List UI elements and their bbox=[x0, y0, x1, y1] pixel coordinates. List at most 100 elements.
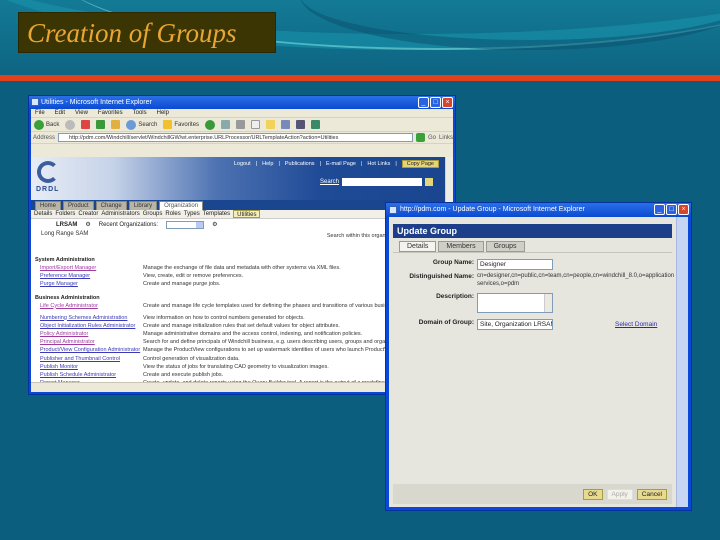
tab-product[interactable]: Product bbox=[63, 201, 94, 210]
org-go-icon[interactable]: ⚙ bbox=[212, 221, 217, 228]
utility-row: Policy Administrator Manage administrativ… bbox=[35, 330, 441, 338]
subnav-groups[interactable]: Groups bbox=[143, 210, 163, 218]
address-input[interactable]: http://pdm.com/Windchill/servlet/Windchi… bbox=[58, 133, 413, 142]
logout-link[interactable]: Logout bbox=[234, 161, 251, 167]
minimize-button[interactable]: _ bbox=[654, 204, 665, 215]
update-group-window: http://pdm.com - Update Group - Microsof… bbox=[385, 202, 692, 511]
dialog-title-bar[interactable]: http://pdm.com - Update Group - Microsof… bbox=[386, 203, 691, 217]
tab-home[interactable]: Home bbox=[35, 201, 62, 210]
menu-edit[interactable]: Edit bbox=[55, 109, 65, 117]
star-icon bbox=[163, 120, 173, 129]
org-info-icon[interactable]: ⚙ bbox=[85, 221, 90, 228]
ok-button[interactable]: OK bbox=[583, 488, 603, 500]
hot-links-link[interactable]: Hot Links bbox=[367, 161, 390, 167]
domain-input[interactable]: Site, Organization LRSAM bbox=[477, 319, 553, 330]
tab-library[interactable]: Library bbox=[128, 201, 158, 210]
edit-icon[interactable] bbox=[251, 120, 261, 129]
cancel-button[interactable]: Cancel bbox=[636, 488, 667, 500]
network-icon[interactable] bbox=[311, 120, 321, 129]
favorites-button[interactable]: Favorites bbox=[163, 120, 199, 129]
print-icon[interactable] bbox=[236, 120, 246, 129]
links-button[interactable]: Links bbox=[439, 135, 453, 141]
utility-row: Numbering Schemes Administration View inf… bbox=[35, 314, 441, 322]
subnav-details[interactable]: Details bbox=[34, 210, 52, 218]
search-label[interactable]: Search bbox=[320, 179, 339, 185]
slide-title-box: Creation of Groups bbox=[18, 12, 276, 53]
email-page-link[interactable]: E-mail Page bbox=[326, 161, 356, 167]
tab-organization[interactable]: Organization bbox=[159, 201, 204, 210]
utility-link[interactable]: Object Initialization Rules Administrato… bbox=[35, 322, 143, 330]
company-logo-icon bbox=[37, 161, 59, 183]
subnav-utilities[interactable]: Utilities bbox=[233, 210, 261, 218]
utility-link[interactable]: Import/Export Manager bbox=[35, 264, 143, 272]
banner-search-input[interactable] bbox=[342, 178, 422, 186]
dialog-scrollbar[interactable] bbox=[676, 217, 688, 507]
menu-favorites[interactable]: Favorites bbox=[98, 109, 123, 117]
browser-title-bar[interactable]: Utilities - Microsoft Internet Explorer … bbox=[29, 96, 455, 109]
subnav-roles[interactable]: Roles bbox=[165, 210, 180, 218]
research-icon[interactable] bbox=[296, 120, 306, 129]
minimize-button[interactable]: _ bbox=[418, 97, 429, 108]
subnav-creator[interactable]: Creator bbox=[78, 210, 98, 218]
dialog-form: Group Name: Designer Distinguished Name:… bbox=[393, 252, 674, 483]
tab-change[interactable]: Change bbox=[95, 201, 127, 210]
tab-groups[interactable]: Groups bbox=[485, 241, 525, 252]
page-banner: DRDL Logout | Help | Publications | E-mail … bbox=[31, 157, 445, 200]
forward-arrow-icon[interactable] bbox=[65, 119, 76, 130]
messenger-icon[interactable] bbox=[281, 120, 291, 129]
menu-view[interactable]: View bbox=[75, 109, 88, 117]
help-link[interactable]: Help bbox=[262, 161, 273, 167]
select-domain-link[interactable]: Select Domain bbox=[615, 321, 657, 328]
utility-link[interactable]: Publish Monitor bbox=[35, 363, 143, 371]
maximize-button[interactable]: □ bbox=[430, 97, 441, 108]
menu-bar: File Edit View Favorites Tools Help bbox=[31, 109, 453, 118]
description-textarea[interactable] bbox=[477, 293, 553, 313]
mail-icon[interactable] bbox=[221, 120, 231, 129]
home-icon[interactable] bbox=[111, 120, 121, 129]
utility-link[interactable]: Principal Administrator bbox=[35, 338, 143, 346]
utility-link[interactable]: Preference Manager bbox=[35, 272, 143, 280]
maximize-button[interactable]: □ bbox=[666, 204, 677, 215]
description-label: Description: bbox=[436, 293, 474, 300]
publications-link[interactable]: Publications bbox=[285, 161, 315, 167]
close-button[interactable]: × bbox=[442, 97, 453, 108]
utility-row: Principal Administrator Search for and de… bbox=[35, 338, 441, 346]
tab-members[interactable]: Members bbox=[438, 241, 484, 252]
dialog-footer: OK Apply Cancel bbox=[393, 484, 672, 504]
copy-page-button[interactable]: Copy Page bbox=[401, 160, 439, 168]
utility-link[interactable]: Numbering Schemes Administration bbox=[35, 314, 143, 322]
tab-details[interactable]: Details bbox=[399, 241, 437, 252]
menu-help[interactable]: Help bbox=[157, 109, 169, 117]
utility-link[interactable]: Publisher and Thumbnail Control bbox=[35, 355, 143, 363]
stop-icon[interactable] bbox=[81, 120, 91, 129]
subnav-templates[interactable]: Templates bbox=[203, 210, 230, 218]
dn-label: Distinguished Name: bbox=[409, 273, 474, 280]
subnav-administrators[interactable]: Administrators bbox=[101, 210, 139, 218]
utility-link[interactable]: Purge Manager bbox=[35, 280, 143, 288]
utility-link[interactable]: Life Cycle Administrator bbox=[35, 302, 143, 314]
utility-link[interactable]: Publish Schedule Administrator bbox=[35, 371, 143, 379]
close-button[interactable]: × bbox=[678, 204, 689, 215]
subnav-folders[interactable]: Folders bbox=[55, 210, 75, 218]
group-name-row: Group Name: Designer bbox=[393, 259, 553, 270]
group-name-input[interactable]: Designer bbox=[477, 259, 553, 270]
go-arrow-icon[interactable] bbox=[415, 133, 425, 142]
address-label: Address bbox=[33, 134, 56, 141]
banner-go-button[interactable] bbox=[425, 178, 433, 186]
apply-button[interactable]: Apply bbox=[606, 488, 633, 500]
utility-link[interactable]: Product/View Configuration Administrator bbox=[35, 346, 143, 354]
utility-link[interactable]: Policy Administrator bbox=[35, 330, 143, 338]
subnav-types[interactable]: Types bbox=[184, 210, 200, 218]
menu-file[interactable]: File bbox=[35, 109, 45, 117]
folder-icon[interactable] bbox=[266, 120, 276, 129]
go-button[interactable]: Go bbox=[428, 135, 436, 141]
recent-orgs-select[interactable] bbox=[166, 220, 205, 229]
back-button[interactable]: Back bbox=[34, 119, 59, 130]
history-icon[interactable] bbox=[205, 119, 216, 130]
menu-tools[interactable]: Tools bbox=[133, 109, 147, 117]
slide-title: Creation of Groups bbox=[27, 18, 237, 48]
refresh-icon[interactable] bbox=[96, 120, 106, 129]
logo-text: DRDL bbox=[36, 186, 60, 193]
search-button[interactable]: Search bbox=[126, 119, 157, 130]
window-controls: _ □ × bbox=[418, 97, 453, 108]
